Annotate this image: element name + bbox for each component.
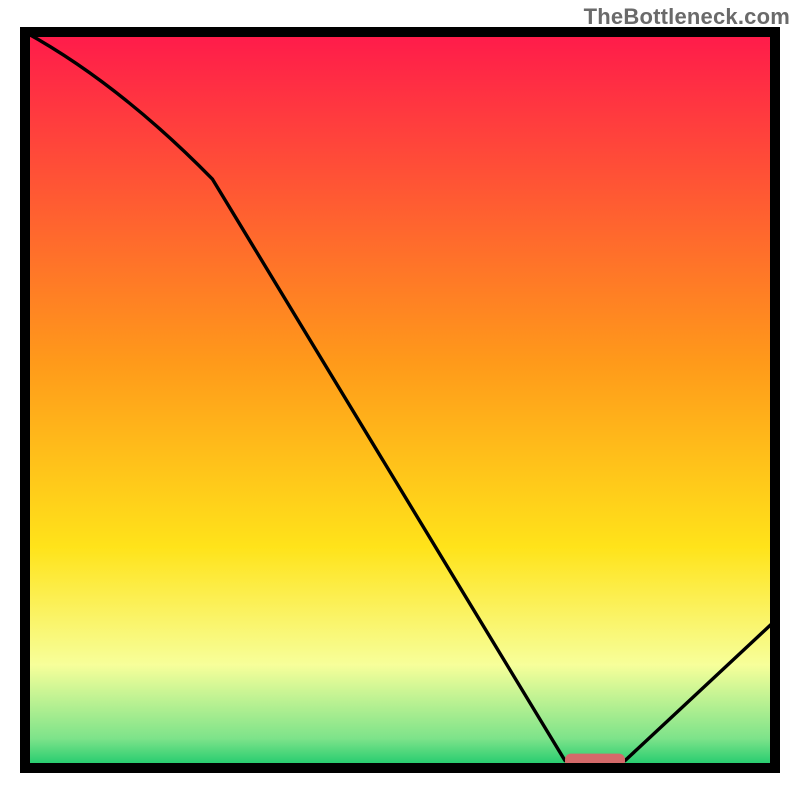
plot-area [25, 32, 775, 768]
chart-container: TheBottleneck.com [0, 0, 800, 800]
plot-background [25, 32, 775, 768]
bottleneck-chart [0, 0, 800, 800]
attribution-label: TheBottleneck.com [584, 4, 790, 30]
